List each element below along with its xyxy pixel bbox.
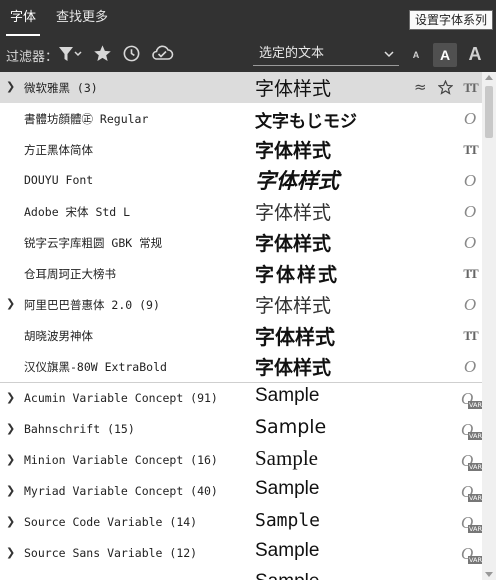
truetype-icon: TT: [463, 328, 478, 343]
font-row[interactable]: 書體坊顔體㊣ Regular 文字もじモジ O: [0, 103, 482, 134]
font-name: Bahnschrift (15): [24, 422, 135, 436]
preview-text-value: 选定的文本: [259, 46, 325, 61]
tab-find-more[interactable]: 查找更多: [56, 0, 108, 36]
truetype-icon: TT: [463, 266, 478, 281]
recent-clock-icon[interactable]: [122, 44, 141, 66]
font-name: 胡晓波男神体: [24, 329, 93, 343]
font-sample: Sample: [255, 478, 320, 499]
font-row[interactable]: ❯ 微软雅黑 (3) 字体样式 ≈ TT: [0, 72, 482, 103]
expand-arrow-icon[interactable]: ❯: [6, 546, 16, 560]
scrollbar-thumb[interactable]: [485, 86, 493, 138]
font-sample: 字体样式: [255, 295, 332, 317]
font-sample: 字体样式: [255, 78, 332, 100]
favorites-star-icon[interactable]: [93, 44, 112, 66]
font-name: 锐字云字库粗圆 GBK 常规: [24, 236, 163, 250]
filter-toolbar: 过滤器： 选定的文本 A A A: [0, 36, 496, 72]
font-sample: Sample: [255, 510, 321, 531]
filter-funnel-icon[interactable]: [58, 44, 82, 67]
font-sample: 字体样式: [255, 357, 332, 379]
star-icon[interactable]: [437, 79, 454, 98]
variable-font-icon: O VAR: [461, 389, 482, 409]
font-sample: Sample: [255, 571, 319, 580]
font-name: 仓耳周珂正大榜书: [24, 267, 116, 281]
font-row[interactable]: 汉仪旗黑-80W ExtraBold 字体样式 O: [0, 351, 482, 382]
font-list: ❯ 微软雅黑 (3) 字体样式 ≈ TT 書體坊顔體㊣ Regular 文字もじ…: [0, 72, 482, 580]
font-name: Adobe 宋体 Std L: [24, 205, 131, 219]
opentype-icon: O: [463, 202, 477, 221]
font-name: DOUYU Font: [24, 173, 94, 187]
font-row[interactable]: Sample: [0, 569, 482, 580]
font-name: 方正黑体简体: [24, 143, 93, 157]
expand-arrow-icon[interactable]: ❯: [6, 484, 16, 498]
font-sample: Sample: [255, 446, 318, 470]
expand-arrow-icon[interactable]: ❯: [6, 391, 16, 405]
preview-size-medium-button[interactable]: A: [433, 43, 457, 67]
activated-cloud-icon[interactable]: [150, 43, 174, 66]
opentype-icon: O: [463, 171, 477, 190]
font-sample: 字体样式: [255, 325, 335, 349]
font-sample: 字体样式: [255, 202, 332, 224]
expand-arrow-icon[interactable]: ❯: [6, 453, 16, 467]
font-name: 書體坊顔體㊣ Regular: [24, 112, 149, 126]
truetype-icon: TT: [463, 142, 478, 157]
panel-tab-bar: 字体 查找更多 设置字体系列: [0, 0, 496, 36]
preview-size-large-button[interactable]: A: [465, 42, 485, 66]
font-sample: 字体样式: [255, 264, 340, 286]
variable-font-icon: O VAR: [461, 544, 482, 564]
scroll-up-icon[interactable]: [485, 75, 493, 80]
preview-text-select[interactable]: 选定的文本: [253, 44, 399, 66]
approx-icon[interactable]: ≈: [414, 78, 427, 96]
font-row[interactable]: ❯ Bahnschrift (15) Sample O VAR: [0, 414, 482, 445]
font-row[interactable]: ❯ Acumin Variable Concept (91) Sample OV…: [0, 383, 482, 414]
font-sample: Sample: [255, 540, 320, 561]
scroll-down-icon[interactable]: [485, 572, 493, 577]
font-sample: 字体样式: [255, 233, 332, 255]
font-row[interactable]: ❯ Minion Variable Concept (16) Sample OV…: [0, 445, 482, 476]
opentype-icon: O: [463, 295, 477, 314]
font-sample: 文字もじモジ: [255, 112, 357, 132]
variable-font-icon: O VAR: [461, 420, 482, 440]
font-row[interactable]: ❯ Myriad Variable Concept (40) Sample OV…: [0, 476, 482, 507]
font-name: Source Code Variable (14): [24, 515, 198, 529]
variable-font-icon: O VAR: [461, 513, 482, 533]
font-row[interactable]: 锐字云字库粗圆 GBK 常规 字体样式 O: [0, 227, 482, 258]
tab-fonts[interactable]: 字体: [5, 0, 41, 36]
font-name: Source Sans Variable (12): [24, 546, 198, 560]
font-row[interactable]: Adobe 宋体 Std L 字体样式 O: [0, 196, 482, 227]
font-row[interactable]: 胡晓波男神体 字体样式 TT: [0, 320, 482, 351]
font-sample: Sample: [255, 385, 320, 406]
font-name: Myriad Variable Concept (40): [24, 484, 218, 498]
font-sample: 字体样式: [255, 140, 332, 162]
font-name: 阿里巴巴普惠体 2.0 (9): [24, 298, 160, 312]
opentype-icon: O: [463, 109, 477, 128]
opentype-icon: O: [463, 233, 477, 252]
truetype-icon: TT: [463, 80, 478, 95]
expand-arrow-icon[interactable]: ❯: [6, 422, 16, 436]
font-row[interactable]: 仓耳周珂正大榜书 字体样式 TT: [0, 258, 482, 289]
font-name: Minion Variable Concept (16): [24, 453, 218, 467]
chevron-down-icon: [383, 44, 395, 71]
variable-font-icon: O VAR: [461, 482, 482, 502]
font-row[interactable]: DOUYU Font 字体样式 O: [0, 165, 482, 196]
font-row[interactable]: ❯ Source Sans Variable (12) Sample O VAR: [0, 538, 482, 569]
font-sample: Sample: [255, 416, 327, 438]
expand-arrow-icon[interactable]: ❯: [6, 80, 16, 94]
variable-font-icon: O VAR: [461, 451, 482, 471]
font-row[interactable]: ❯ Source Code Variable (14) Sample O VAR: [0, 507, 482, 538]
font-name: 汉仪旗黑-80W ExtraBold: [24, 360, 167, 374]
opentype-icon: O: [463, 357, 477, 376]
font-name: Acumin Variable Concept (91): [24, 391, 218, 405]
tooltip-set-font-family: 设置字体系列: [408, 10, 493, 30]
expand-arrow-icon[interactable]: ❯: [6, 297, 16, 311]
preview-size-small-button[interactable]: A: [410, 49, 422, 61]
expand-arrow-icon[interactable]: ❯: [6, 515, 16, 529]
font-name: 微软雅黑 (3): [24, 81, 98, 95]
filter-label: 过滤器：: [6, 50, 59, 65]
font-row[interactable]: 方正黑体简体 字体样式 TT: [0, 134, 482, 165]
vertical-scrollbar[interactable]: [482, 72, 496, 580]
font-sample: 字体样式: [255, 169, 339, 193]
font-row[interactable]: ❯ 阿里巴巴普惠体 2.0 (9) 字体样式 O: [0, 289, 482, 320]
